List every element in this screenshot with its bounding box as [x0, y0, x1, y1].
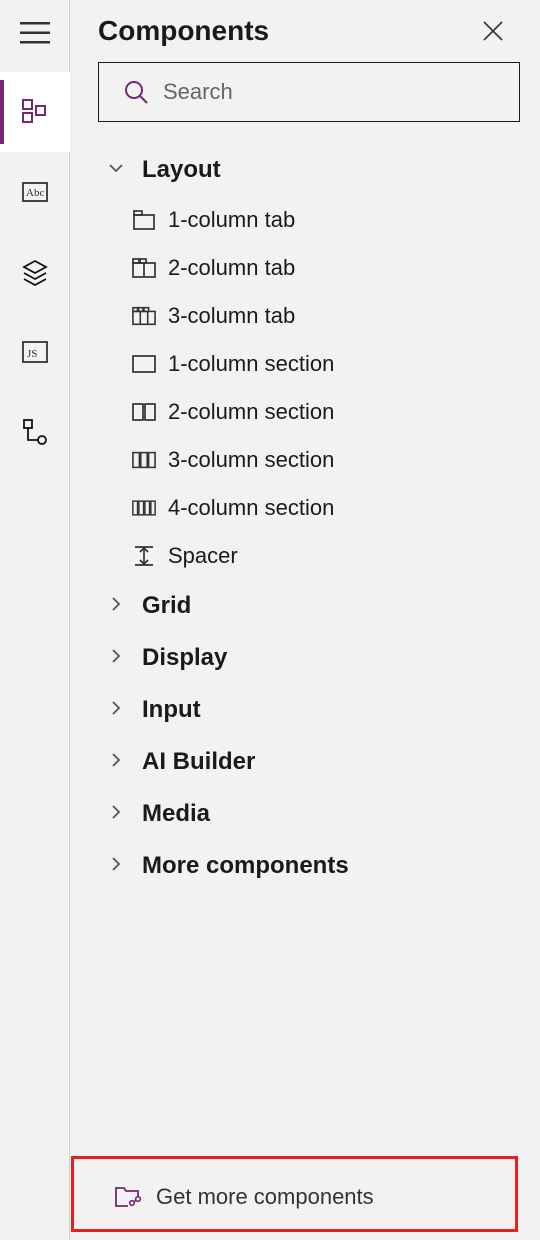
components-panel: Components Layout 1-column tab 2-column ta…	[70, 0, 540, 1240]
group-header[interactable]: Grid	[98, 580, 520, 632]
sec2-icon	[132, 400, 156, 424]
close-icon	[482, 20, 504, 42]
sec1-icon	[132, 352, 156, 376]
rail-tree-structure[interactable]	[0, 392, 70, 472]
group-title: Grid	[142, 592, 191, 620]
component-item[interactable]: 3-column tab	[132, 292, 520, 340]
component-item[interactable]: 1-column tab	[132, 196, 520, 244]
component-tree: Layout 1-column tab 2-column tab 3-column t…	[98, 144, 520, 1166]
svg-text:JS: JS	[27, 348, 37, 360]
rail-layers[interactable]	[0, 232, 70, 312]
component-item-label: 2-column tab	[168, 255, 295, 281]
components-icon	[21, 98, 49, 126]
component-item-label: 4-column section	[168, 495, 334, 521]
component-item-label: 1-column tab	[168, 207, 295, 233]
chevron-right-icon	[108, 856, 130, 877]
chevron-right-icon	[108, 648, 124, 664]
search-icon	[123, 79, 149, 105]
component-item-label: Spacer	[168, 543, 238, 569]
js-file-icon: JS	[22, 341, 48, 363]
group-header[interactable]: AI Builder	[98, 736, 520, 788]
group-header[interactable]: Layout	[98, 144, 520, 196]
component-item-label: 2-column section	[168, 399, 334, 425]
chevron-right-icon	[108, 804, 130, 825]
left-nav-rail: Abc JS	[0, 0, 70, 1240]
group-title: Media	[142, 800, 210, 828]
sec3-icon	[132, 448, 156, 472]
chevron-right-icon	[108, 752, 130, 773]
group-header[interactable]: Display	[98, 632, 520, 684]
chevron-right-icon	[108, 596, 130, 617]
chevron-right-icon	[108, 856, 124, 872]
component-item[interactable]: 2-column tab	[132, 244, 520, 292]
layers-icon	[21, 258, 49, 286]
rail-text-box[interactable]: Abc	[0, 152, 70, 232]
group-title: Input	[142, 696, 201, 724]
chevron-down-icon	[108, 160, 130, 181]
search-box[interactable]	[98, 62, 520, 122]
rail-components[interactable]	[0, 72, 70, 152]
group-title: More components	[142, 852, 349, 880]
rail-js[interactable]: JS	[0, 312, 70, 392]
group-title: Display	[142, 644, 227, 672]
hamburger-menu[interactable]	[10, 12, 60, 54]
get-more-components-label: Get more components	[156, 1184, 374, 1210]
group-title: Layout	[142, 156, 221, 184]
chevron-right-icon	[108, 648, 130, 669]
group-children: 1-column tab 2-column tab 3-column tab 1-co…	[132, 196, 520, 580]
component-item-label: 1-column section	[168, 351, 334, 377]
chevron-right-icon	[108, 700, 124, 716]
group-header[interactable]: More components	[98, 840, 520, 892]
panel-header: Components	[98, 8, 520, 62]
component-item[interactable]: 4-column section	[132, 484, 520, 532]
group-header[interactable]: Input	[98, 684, 520, 736]
group-title: AI Builder	[142, 748, 255, 776]
tree-structure-icon	[22, 418, 48, 446]
svg-text:Abc: Abc	[26, 187, 44, 199]
sec4-icon	[132, 496, 156, 520]
folder-link-icon	[114, 1185, 142, 1209]
component-item[interactable]: 1-column section	[132, 340, 520, 388]
text-box-icon: Abc	[22, 182, 48, 202]
component-item[interactable]: 2-column section	[132, 388, 520, 436]
tab2-icon	[132, 256, 156, 280]
get-more-components-button[interactable]: Get more components	[98, 1166, 520, 1228]
panel-title: Components	[98, 15, 269, 47]
chevron-right-icon	[108, 596, 124, 612]
close-button[interactable]	[476, 14, 510, 48]
component-item-label: 3-column tab	[168, 303, 295, 329]
group-header[interactable]: Media	[98, 788, 520, 840]
tab3-icon	[132, 304, 156, 328]
search-input[interactable]	[163, 79, 519, 105]
chevron-right-icon	[108, 700, 130, 721]
chevron-right-icon	[108, 752, 124, 768]
spacer-icon	[132, 544, 156, 568]
hamburger-icon	[20, 22, 50, 44]
chevron-down-icon	[108, 160, 124, 176]
component-item-label: 3-column section	[168, 447, 334, 473]
component-item[interactable]: 3-column section	[132, 436, 520, 484]
tab1-icon	[132, 208, 156, 232]
component-item[interactable]: Spacer	[132, 532, 520, 580]
chevron-right-icon	[108, 804, 124, 820]
